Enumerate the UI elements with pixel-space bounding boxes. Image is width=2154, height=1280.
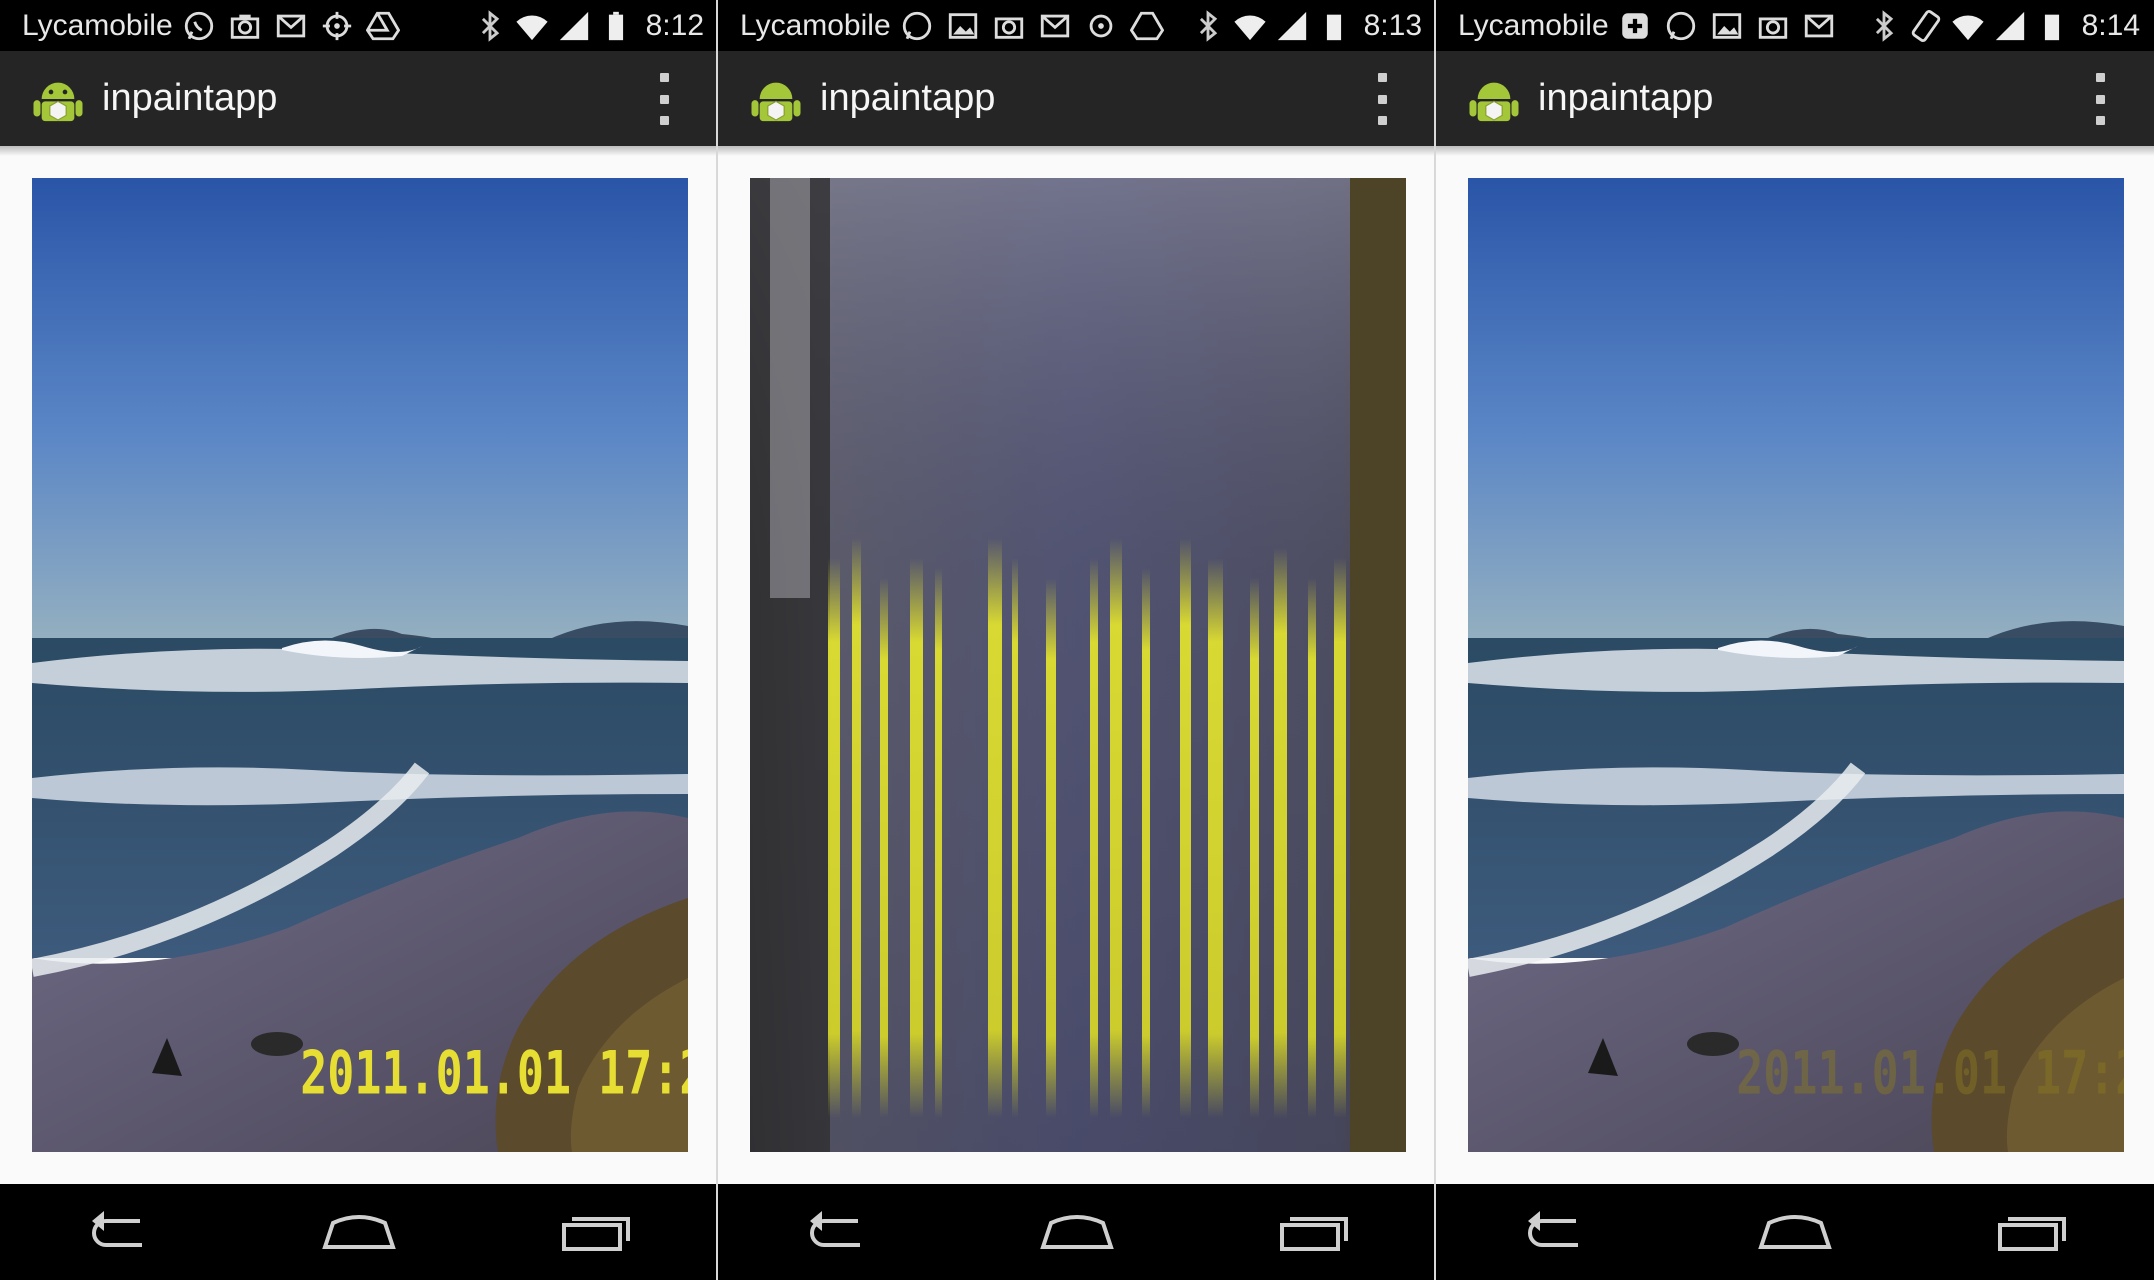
navigation-bar xyxy=(0,1184,718,1280)
battery-icon xyxy=(598,8,634,44)
navigation-bar xyxy=(1436,1184,2154,1280)
photo-inpainted: 2011.01.01 17:29:47 xyxy=(1468,178,2124,1152)
recents-icon xyxy=(1998,1217,2067,1251)
drive-icon xyxy=(365,8,401,44)
status-bar: Lycamobile 8:13 xyxy=(718,0,1436,51)
location-icon xyxy=(319,8,355,44)
home-icon xyxy=(1758,1215,1832,1249)
recents-icon xyxy=(562,1217,631,1251)
recents-button[interactable] xyxy=(1979,1197,2089,1267)
overflow-menu-icon[interactable] xyxy=(652,73,676,125)
camera-icon xyxy=(1755,8,1791,44)
back-button[interactable] xyxy=(783,1197,893,1267)
whatsapp-icon xyxy=(1663,8,1699,44)
home-icon xyxy=(1040,1215,1114,1249)
app-android-icon xyxy=(1469,82,1519,121)
status-bar: Lycamobile 8:14 xyxy=(1436,0,2154,51)
app-android-icon xyxy=(751,82,801,121)
action-bar: inpaintapp xyxy=(1436,51,2154,146)
home-button[interactable] xyxy=(304,1197,414,1267)
back-icon xyxy=(1527,1211,1578,1247)
wifi-icon xyxy=(1950,8,1986,44)
action-bar-shadow xyxy=(0,146,718,156)
gallery-icon xyxy=(945,8,981,44)
overflow-menu-icon[interactable] xyxy=(2088,73,2112,125)
app-android-icon xyxy=(33,82,83,121)
gallery-icon xyxy=(1709,8,1745,44)
home-button[interactable] xyxy=(1740,1197,1850,1267)
location-icon xyxy=(1083,8,1119,44)
signal-icon xyxy=(556,8,592,44)
app-title: inpaintapp xyxy=(820,77,996,119)
action-bar-shadow xyxy=(1436,146,2154,156)
gmail-icon xyxy=(273,8,309,44)
action-bar: inpaintapp xyxy=(718,51,1436,146)
action-bar-shadow xyxy=(718,146,1436,156)
action-bar: inpaintapp xyxy=(0,51,718,146)
camera-icon xyxy=(227,8,263,44)
photo-timestamp: 2011.01.01 17:29:47 xyxy=(300,1038,688,1108)
wifi-icon xyxy=(1232,8,1268,44)
home-icon xyxy=(322,1215,396,1249)
recents-button[interactable] xyxy=(543,1197,653,1267)
back-button[interactable] xyxy=(65,1197,175,1267)
signal-icon xyxy=(1992,8,2028,44)
plus-icon xyxy=(1617,8,1653,44)
bluetooth-icon xyxy=(1866,8,1902,44)
phone-screen-original: Lycamobile 8:12 inpaintapp 2011.01.01 17… xyxy=(0,0,718,1280)
drive-icon xyxy=(1129,8,1165,44)
back-icon xyxy=(809,1211,860,1247)
rotate-icon xyxy=(1908,8,1944,44)
phone-screen-distorted: Lycamobile 8:13 inpaintapp xyxy=(718,0,1436,1280)
carrier-name: Lycamobile xyxy=(740,8,891,42)
app-title: inpaintapp xyxy=(102,77,278,119)
app-title: inpaintapp xyxy=(1538,77,1714,119)
gmail-icon xyxy=(1801,8,1837,44)
recents-button[interactable] xyxy=(1261,1197,1371,1267)
battery-icon xyxy=(1316,8,1352,44)
back-button[interactable] xyxy=(1501,1197,1611,1267)
carrier-name: Lycamobile xyxy=(22,8,173,42)
back-icon xyxy=(91,1211,142,1247)
photo-distorted xyxy=(750,178,1406,1152)
battery-icon xyxy=(2034,8,2070,44)
signal-icon xyxy=(1274,8,1310,44)
gmail-icon xyxy=(1037,8,1073,44)
screenshot-comparison: Lycamobile 8:12 inpaintapp 2011.01.01 17… xyxy=(0,0,2154,1280)
photo-timestamp-faded: 2011.01.01 17:29:47 xyxy=(1736,1038,2124,1108)
camera-icon xyxy=(991,8,1027,44)
home-button[interactable] xyxy=(1022,1197,1132,1267)
phone-screen-inpainted: Lycamobile 8:14 inpaintapp 2011.01.01 17… xyxy=(1436,0,2154,1280)
navigation-bar xyxy=(718,1184,1436,1280)
photo-original: 2011.01.01 17:29:47 xyxy=(32,178,688,1152)
status-bar: Lycamobile 8:12 xyxy=(0,0,718,51)
clock: 8:14 xyxy=(2081,8,2140,42)
whatsapp-icon xyxy=(181,8,217,44)
whatsapp-icon xyxy=(899,8,935,44)
bluetooth-icon xyxy=(1190,8,1226,44)
overflow-menu-icon[interactable] xyxy=(1370,73,1394,125)
recents-icon xyxy=(1280,1217,1349,1251)
clock: 8:12 xyxy=(645,8,704,42)
carrier-name: Lycamobile xyxy=(1458,8,1609,42)
clock: 8:13 xyxy=(1363,8,1422,42)
wifi-icon xyxy=(514,8,550,44)
bluetooth-icon xyxy=(472,8,508,44)
